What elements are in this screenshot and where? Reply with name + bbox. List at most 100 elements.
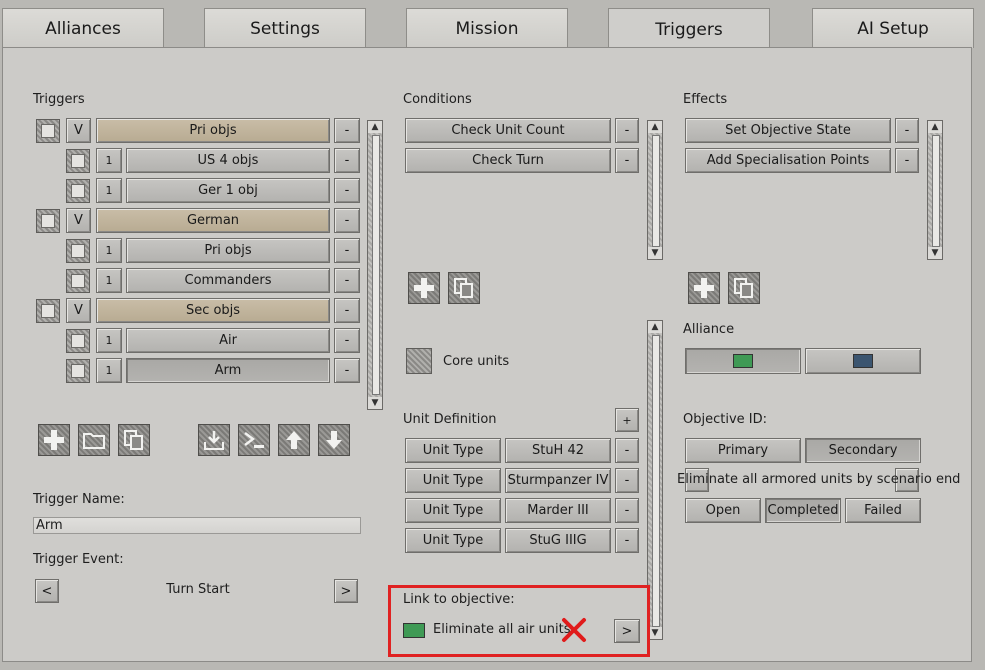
objective-primary-button[interactable]: Primary <box>685 438 801 463</box>
trigger-item[interactable]: Commanders <box>126 268 330 293</box>
alliance-2-button[interactable] <box>805 348 921 374</box>
trigger-item[interactable]: Pri objs <box>126 238 330 263</box>
trigger-checkbox[interactable] <box>66 269 90 293</box>
scroll-thumb[interactable] <box>372 135 380 395</box>
copy-condition-icon[interactable] <box>448 272 480 304</box>
scroll-up-icon[interactable]: ▲ <box>648 321 662 333</box>
scroll-up-icon[interactable]: ▲ <box>368 121 382 133</box>
tab-ai-setup[interactable]: AI Setup <box>812 8 974 48</box>
group-toggle-button[interactable]: V <box>66 118 91 143</box>
add-trigger-icon[interactable] <box>38 424 70 456</box>
scroll-up-icon[interactable]: ▲ <box>648 121 662 133</box>
objective-secondary-button[interactable]: Secondary <box>805 438 921 463</box>
trigger-item[interactable]: Air <box>126 328 330 353</box>
unit-value-button[interactable]: StuG IIIG <box>505 528 611 553</box>
tab-mission[interactable]: Mission <box>406 8 568 48</box>
unit-value-button[interactable]: Sturmpanzer IV <box>505 468 611 493</box>
trigger-checkbox[interactable] <box>66 329 90 353</box>
event-prev-button[interactable]: < <box>35 579 59 603</box>
triggers-scrollbar[interactable]: ▲ ▼ <box>367 120 383 410</box>
condition-check-unit-count[interactable]: Check Unit Count <box>405 118 611 143</box>
state-open-button[interactable]: Open <box>685 498 761 523</box>
copy-effect-icon[interactable] <box>728 272 760 304</box>
tab-settings[interactable]: Settings <box>204 8 366 48</box>
scroll-down-icon[interactable]: ▼ <box>368 397 382 409</box>
tab-label: Triggers <box>655 19 723 40</box>
conditions-scrollbar[interactable]: ▲ ▼ <box>647 120 663 260</box>
event-next-button[interactable]: > <box>334 579 358 603</box>
tab-triggers[interactable]: Triggers <box>608 8 770 50</box>
scroll-thumb[interactable] <box>932 135 940 247</box>
trigger-group[interactable]: Sec objs <box>96 298 330 323</box>
remove-trigger-button[interactable]: - <box>334 178 360 203</box>
effects-scrollbar[interactable]: ▲ ▼ <box>927 120 943 260</box>
effect-add-specialisation-points[interactable]: Add Specialisation Points <box>685 148 891 173</box>
trigger-checkbox[interactable] <box>66 149 90 173</box>
remove-unit-button[interactable]: - <box>615 438 639 463</box>
core-units-checkbox[interactable] <box>406 348 432 374</box>
add-condition-icon[interactable] <box>408 272 440 304</box>
remove-trigger-button[interactable]: - <box>334 118 360 143</box>
trigger-group[interactable]: Pri objs <box>96 118 330 143</box>
trigger-checkbox[interactable] <box>66 359 90 383</box>
scroll-down-icon[interactable]: ▼ <box>928 247 942 259</box>
checkbox-mark <box>71 334 85 348</box>
unit-type-button[interactable]: Unit Type <box>405 468 501 493</box>
state-failed-button[interactable]: Failed <box>845 498 921 523</box>
remove-effect-button[interactable]: - <box>895 118 919 143</box>
group-toggle-button[interactable]: V <box>66 208 91 233</box>
trigger-checkbox[interactable] <box>66 239 90 263</box>
trigger-name-input[interactable]: Arm <box>33 517 361 534</box>
remove-effect-button[interactable]: - <box>895 148 919 173</box>
add-unit-definition-button[interactable]: + <box>615 408 639 432</box>
unit-type-button[interactable]: Unit Type <box>405 528 501 553</box>
remove-unit-button[interactable]: - <box>615 528 639 553</box>
scroll-down-icon[interactable]: ▼ <box>648 627 662 639</box>
remove-trigger-button[interactable]: - <box>334 238 360 263</box>
alliance-1-button[interactable] <box>685 348 801 374</box>
remove-unit-button[interactable]: - <box>615 468 639 493</box>
group-toggle-button[interactable]: V <box>66 298 91 323</box>
trigger-checkbox[interactable] <box>66 179 90 203</box>
scroll-thumb[interactable] <box>652 135 660 247</box>
remove-unit-button[interactable]: - <box>615 498 639 523</box>
trigger-checkbox[interactable] <box>36 299 60 323</box>
trigger-count: 1 <box>96 268 122 293</box>
console-icon[interactable] <box>238 424 270 456</box>
remove-trigger-button[interactable]: - <box>334 298 360 323</box>
trigger-item[interactable]: Arm <box>126 358 330 383</box>
tab-alliances[interactable]: Alliances <box>2 8 164 48</box>
remove-trigger-button[interactable]: - <box>334 148 360 173</box>
remove-trigger-button[interactable]: - <box>334 208 360 233</box>
import-icon[interactable] <box>198 424 230 456</box>
copy-icon[interactable] <box>118 424 150 456</box>
scroll-thumb[interactable] <box>652 335 660 627</box>
move-up-icon[interactable] <box>278 424 310 456</box>
objective-id-label: Objective ID: <box>683 412 767 427</box>
unit-value-button[interactable]: Marder III <box>505 498 611 523</box>
trigger-checkbox[interactable] <box>36 209 60 233</box>
remove-trigger-button[interactable]: - <box>334 358 360 383</box>
remove-condition-button[interactable]: - <box>615 118 639 143</box>
remove-condition-button[interactable]: - <box>615 148 639 173</box>
unit-type-button[interactable]: Unit Type <box>405 438 501 463</box>
unit-value-button[interactable]: StuH 42 <box>505 438 611 463</box>
unit-type-button[interactable]: Unit Type <box>405 498 501 523</box>
scroll-up-icon[interactable]: ▲ <box>928 121 942 133</box>
condition-check-turn[interactable]: Check Turn <box>405 148 611 173</box>
trigger-item[interactable]: Ger 1 obj <box>126 178 330 203</box>
effect-set-objective-state[interactable]: Set Objective State <box>685 118 891 143</box>
scroll-down-icon[interactable]: ▼ <box>648 247 662 259</box>
add-effect-icon[interactable] <box>688 272 720 304</box>
move-down-icon[interactable] <box>318 424 350 456</box>
checkbox-mark <box>71 244 85 258</box>
trigger-checkbox[interactable] <box>36 119 60 143</box>
remove-trigger-button[interactable]: - <box>334 268 360 293</box>
trigger-group[interactable]: German <box>96 208 330 233</box>
folder-icon[interactable] <box>78 424 110 456</box>
trigger-item[interactable]: US 4 objs <box>126 148 330 173</box>
editor-window: Alliances Settings Mission Triggers AI S… <box>0 0 985 670</box>
state-completed-button[interactable]: Completed <box>765 498 841 523</box>
remove-trigger-button[interactable]: - <box>334 328 360 353</box>
effects-heading: Effects <box>683 92 728 107</box>
